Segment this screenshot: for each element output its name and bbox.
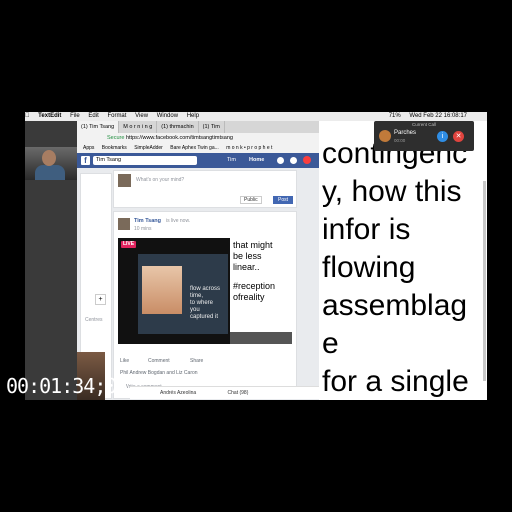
facebook-search-input[interactable]: Tim Tsang — [93, 156, 197, 165]
facebook-top-bar: f Tim Tsang Tim Home — [77, 153, 319, 168]
post-status: is live now. — [166, 218, 191, 224]
left-col-label[interactable]: Centres — [85, 317, 103, 323]
composer: What's on your mind? Public Post — [113, 170, 297, 208]
bookmark-apps[interactable]: Apps — [83, 145, 94, 151]
chat-contact-name[interactable]: Andrés Azeolina — [160, 390, 196, 396]
apple-icon[interactable]:  — [25, 113, 30, 119]
chat-count[interactable]: Chat (98) — [228, 390, 249, 396]
composer-input[interactable]: What's on your mind? — [136, 177, 184, 183]
live-video[interactable]: LIVE flow across time, to where you captured… — [118, 238, 292, 344]
call-title: Current Call — [411, 122, 436, 127]
video-overlay-text: that might be less linear.. #reception ofrea… — [230, 238, 292, 338]
nav-home[interactable]: Home — [249, 156, 264, 165]
bookmark-monk[interactable]: m o n k • p r o p h e t — [226, 145, 272, 151]
doc-line: e — [322, 327, 339, 360]
reactions-summary[interactable]: Phil Andrew Bogdan and Liz Caron — [120, 370, 198, 376]
call-duration: 00:00 — [394, 138, 406, 143]
url-text[interactable]: https://www.facebook.com/timtsangtimtsan… — [126, 135, 233, 141]
audience-select[interactable]: Public — [240, 196, 262, 204]
tab-morning[interactable]: M o r n i n g — [119, 121, 158, 133]
video-timecode: 00:01:34;05 — [6, 374, 128, 398]
menu-window[interactable]: Window — [157, 113, 178, 119]
bookmark-aphex[interactable]: Bare Aphex Twin ga... — [170, 145, 219, 151]
add-icon[interactable]: + — [95, 294, 106, 305]
end-call-icon[interactable]: ✕ — [453, 131, 464, 142]
document-text[interactable]: contingenc y, how this infor is flowing … — [322, 135, 487, 400]
post-meta[interactable]: 10 mins — [134, 226, 152, 232]
tab-tim[interactable]: (1) Tim — [199, 121, 225, 133]
browser-window: (1) Tim Tsang M o r n i n g (1) thrmachin(… — [77, 121, 319, 400]
tab-thrmachine[interactable]: (1) thrmachin — [157, 121, 199, 133]
like-button[interactable]: Like — [120, 358, 129, 364]
post-avatar — [118, 218, 130, 230]
comment-button[interactable]: Comment — [148, 358, 170, 364]
menubar-clock[interactable]: Wed Feb 22 16:08:17 — [409, 113, 467, 119]
caller-avatar — [379, 130, 391, 142]
current-call-popup: Current Call Parches 00:00 i ✕ — [374, 121, 474, 151]
menu-file[interactable]: File — [70, 113, 80, 119]
facebook-logo-icon[interactable]: f — [81, 156, 90, 165]
doc-line: y, how this — [322, 175, 462, 208]
friends-icon[interactable] — [277, 157, 284, 164]
app-menu[interactable]: TextEdit — [38, 113, 61, 119]
address-bar[interactable]: Secure https://www.facebook.com/timtsang… — [77, 133, 319, 144]
caller-name: Parches — [394, 130, 417, 136]
nav-user[interactable]: Tim — [227, 156, 236, 165]
notifications-icon[interactable] — [303, 156, 311, 164]
battery-status[interactable]: 71% — [389, 113, 401, 119]
bookmark-simpleadder[interactable]: SimpleAdder — [134, 145, 163, 151]
textedit-document[interactable]: contingenc y, how this infor is flowing … — [319, 121, 487, 400]
live-badge: LIVE — [121, 241, 136, 248]
post-author[interactable]: Tim Tsang — [134, 218, 161, 224]
browser-tab-bar: (1) Tim Tsang M o r n i n g (1) thrmachin(… — [77, 121, 319, 133]
document-scrollbar[interactable] — [483, 181, 486, 381]
tab-tim-tsang[interactable]: (1) Tim Tsang — [77, 121, 120, 133]
post-button[interactable]: Post — [273, 196, 294, 204]
video-controls[interactable] — [230, 332, 292, 344]
webcam-person-head — [42, 150, 56, 166]
doc-line: assemblag — [322, 289, 468, 322]
menu-help[interactable]: Help — [187, 113, 199, 119]
webcam-person-body — [35, 165, 65, 180]
info-icon[interactable]: i — [437, 131, 448, 142]
webcam-thumbnail — [25, 147, 77, 180]
mac-menubar:  TextEdit File Edit Format View Window … — [25, 112, 487, 121]
doc-line: infor is — [322, 213, 411, 246]
messages-icon[interactable] — [290, 157, 297, 164]
share-button[interactable]: Share — [190, 358, 203, 364]
menu-view[interactable]: View — [135, 113, 148, 119]
secure-label: Secure — [107, 135, 125, 141]
menu-format[interactable]: Format — [107, 113, 126, 119]
bookmark-bookmarks[interactable]: Bookmarks — [102, 145, 127, 151]
menu-edit[interactable]: Edit — [88, 113, 98, 119]
avatar — [118, 174, 131, 187]
video-inner-image — [142, 266, 182, 314]
video-mid-text: flow across time, to where you captured it — [190, 286, 221, 320]
doc-line: flowing — [322, 251, 416, 284]
chat-bar[interactable]: Andrés Azeolina Chat (98) — [130, 386, 319, 399]
live-post: Tim Tsang is live now. 10 mins LIVE flow… — [113, 211, 297, 399]
doc-line: for a single — [322, 365, 469, 398]
